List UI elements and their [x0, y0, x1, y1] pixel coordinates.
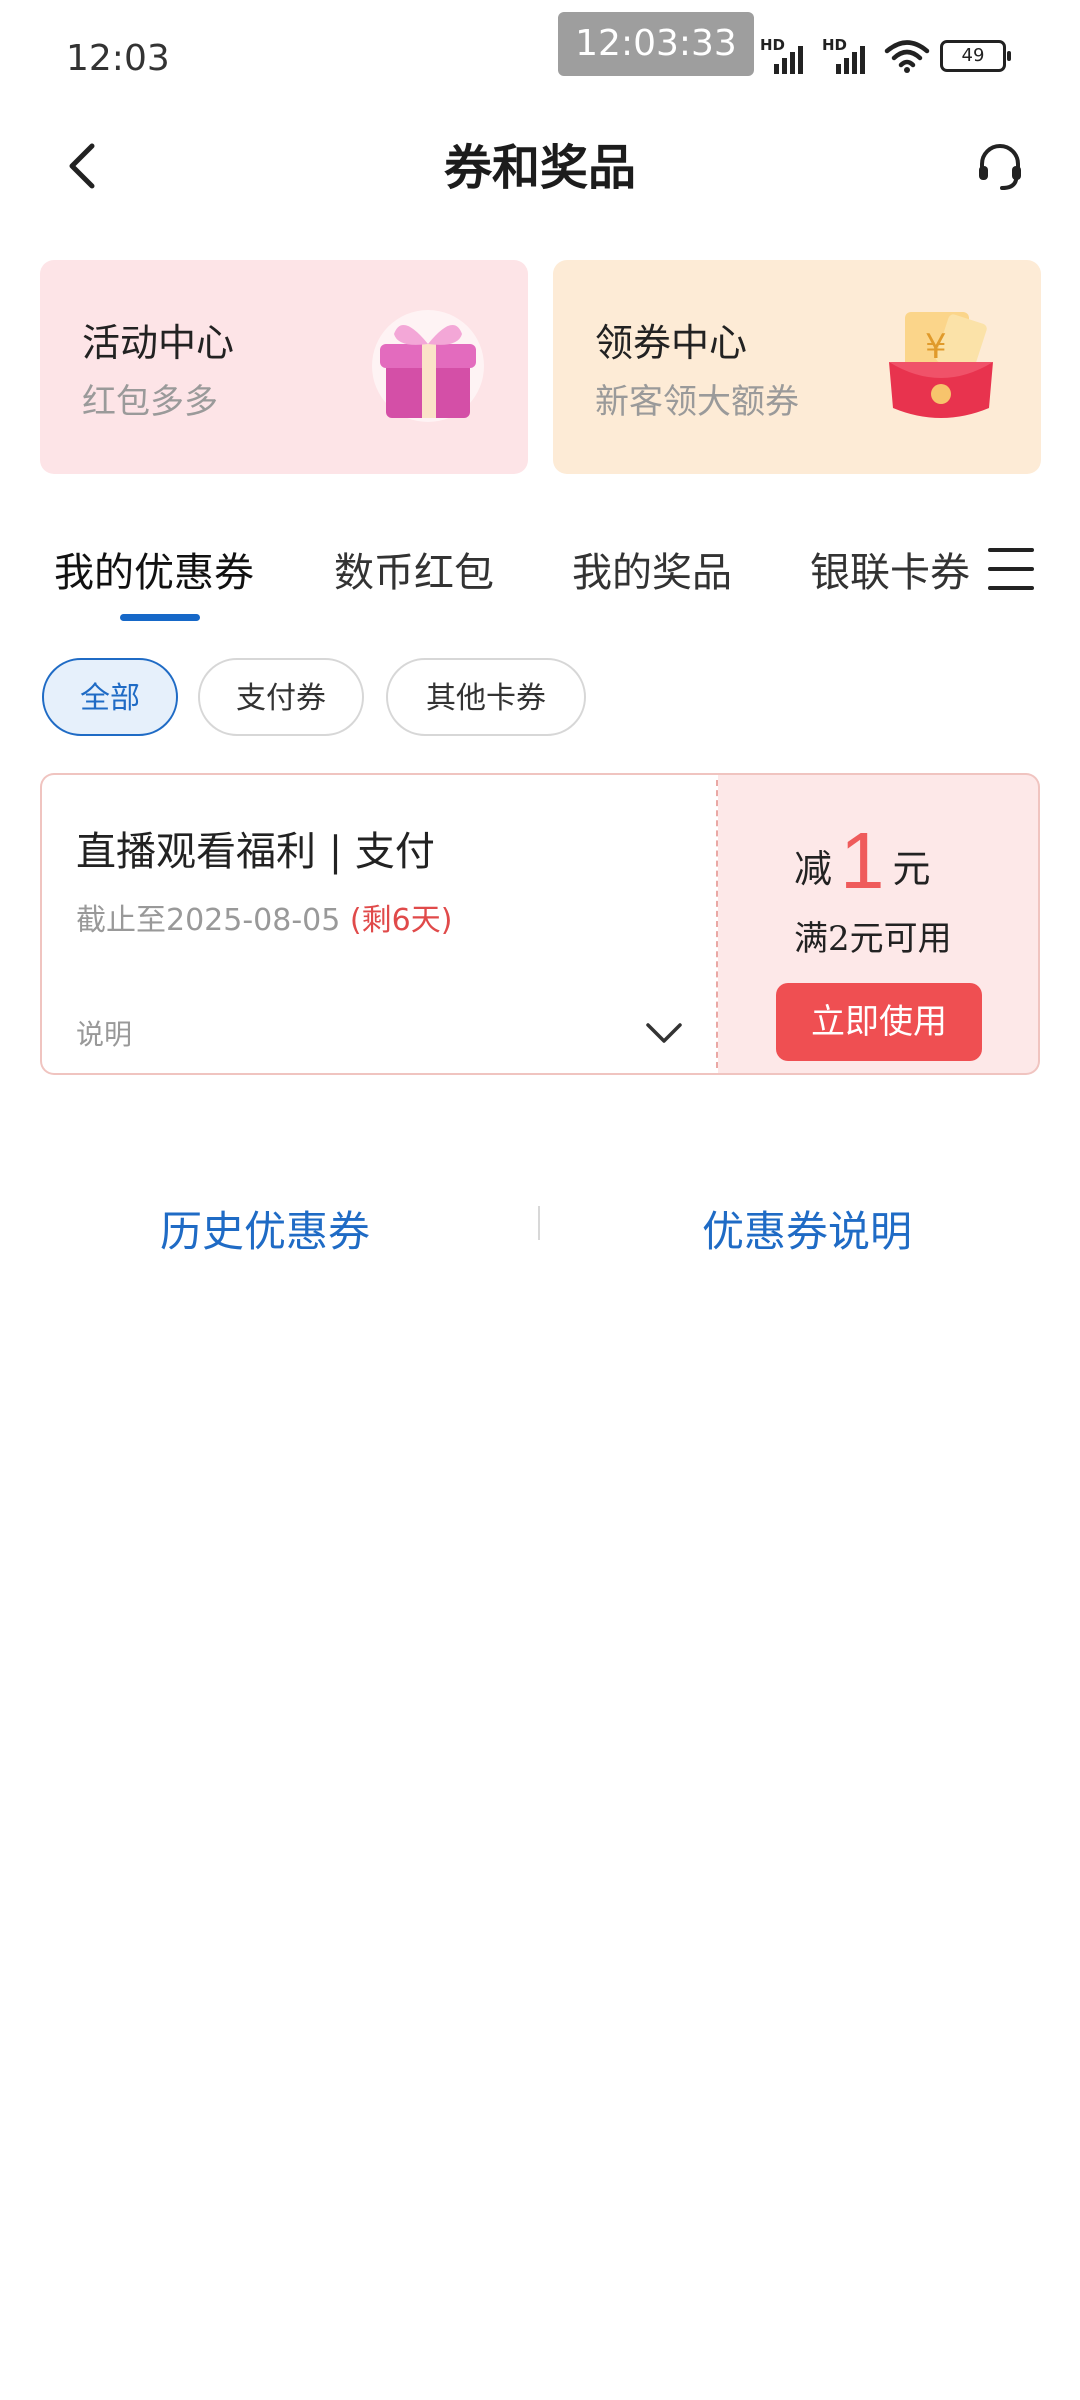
coupon-value-panel: 减1元 满2元可用 立即使用 — [718, 773, 1040, 1075]
activity-center-card[interactable]: 活动中心 红包多多 — [40, 260, 528, 474]
coupon-center-card[interactable]: 领券中心 新客领大额券 ¥ — [553, 260, 1041, 474]
screen-recording-timer: 12:03:33 — [558, 12, 754, 76]
chevron-down-icon[interactable] — [644, 1019, 684, 1047]
coupon-card[interactable]: 直播观看福利 | 支付 截止至2025-08-05 (剩6天) 说明 — [40, 773, 718, 1075]
signal-icon: HD — [822, 36, 874, 76]
filter-other-cards[interactable]: 其他卡券 — [386, 658, 586, 736]
tab-unionpay-cards[interactable]: 银联卡券 — [810, 540, 970, 598]
gift-box-icon — [372, 310, 484, 422]
signal-icon: HD — [760, 36, 812, 76]
page-title: 券和奖品 — [443, 140, 636, 196]
customer-service-button[interactable] — [972, 138, 1028, 194]
headset-icon — [979, 144, 1021, 190]
red-envelope-icon: ¥ — [889, 312, 993, 418]
link-divider — [538, 1206, 540, 1240]
filter-all[interactable]: 全部 — [42, 658, 178, 736]
discount-prefix: 减 — [794, 847, 833, 891]
coupon-expiry-date: 截止至2025-08-05 — [76, 903, 341, 938]
tab-my-prizes[interactable]: 我的奖品 — [572, 540, 732, 598]
history-coupons-link[interactable]: 历史优惠券 — [160, 1198, 370, 1259]
card-subtitle: 新客领大额券 — [595, 382, 799, 422]
menu-icon[interactable] — [988, 548, 1034, 592]
card-title: 活动中心 — [82, 321, 235, 365]
card-subtitle: 红包多多 — [82, 382, 218, 422]
svg-text:¥: ¥ — [925, 327, 947, 367]
wifi-icon — [884, 40, 930, 73]
active-tab-indicator — [120, 614, 200, 621]
status-time: 12:03 — [66, 38, 170, 79]
battery-indicator: 49 — [940, 40, 1011, 72]
coupon-discount: 减1元 — [794, 815, 931, 907]
coupon-note-label: 说明 — [76, 1018, 133, 1051]
coupon-explanation-link[interactable]: 优惠券说明 — [702, 1198, 912, 1259]
status-icons: HD HD 49 — [760, 36, 1011, 76]
tab-my-coupons[interactable]: 我的优惠券 — [54, 540, 254, 598]
tab-digital-red-packets[interactable]: 数币红包 — [334, 540, 494, 598]
coupon-expiry: 截止至2025-08-05 (剩6天) — [76, 895, 452, 939]
discount-unit: 元 — [892, 847, 931, 891]
discount-amount: 1 — [840, 816, 885, 905]
coupon-remaining-days: (剩6天) — [349, 903, 453, 938]
coupon-tabs: 我的优惠券 数币红包 我的奖品 银联卡券 — [0, 540, 1080, 630]
coupon-title: 直播观看福利 | 支付 — [76, 829, 435, 875]
filter-payment-coupons[interactable]: 支付券 — [198, 658, 364, 736]
coupon-condition: 满2元可用 — [794, 919, 952, 959]
use-now-button[interactable]: 立即使用 — [776, 983, 982, 1061]
card-title: 领券中心 — [595, 321, 748, 365]
